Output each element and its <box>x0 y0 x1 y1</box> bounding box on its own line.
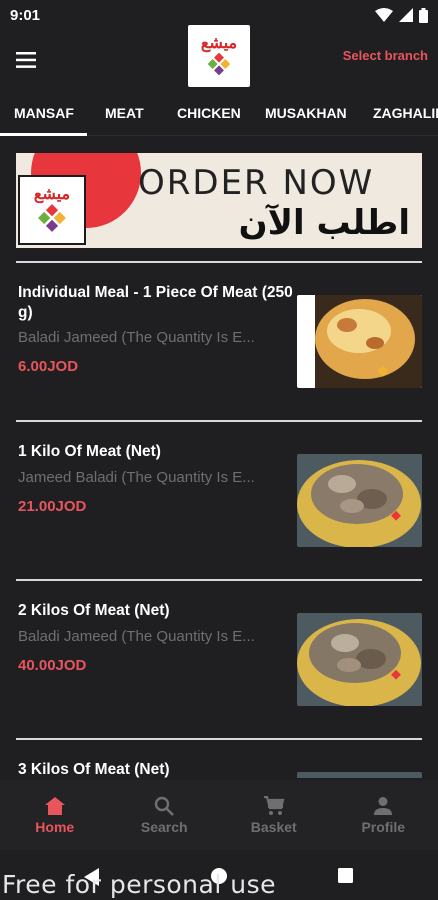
menu-item[interactable]: 1 Kilo Of Meat (Net) Jameed Baladi (The … <box>0 442 438 582</box>
item-price: 21.00JOD <box>18 498 87 515</box>
item-image <box>297 295 422 388</box>
item-description: Baladi Jameed (The Quantity Is E... <box>18 329 255 346</box>
search-icon <box>155 796 175 816</box>
banner-title-en: ORDER NOW <box>138 163 375 203</box>
tab-meat[interactable]: MEAT <box>105 105 144 121</box>
active-tab-indicator <box>0 133 87 136</box>
tab-musakhan[interactable]: MUSAKHAN <box>265 105 347 121</box>
nav-search[interactable]: Search <box>110 780 220 850</box>
item-name: 3 Kilos Of Meat (Net) <box>18 761 170 778</box>
app-screen: 9:01 ميشع Select branch MANSAF MEAT CHIC… <box>0 0 438 900</box>
item-description: Baladi Jameed (The Quantity Is E... <box>18 628 255 645</box>
item-name: 2 Kilos Of Meat (Net) <box>18 602 170 619</box>
item-description: Jameed Baladi (The Quantity Is E... <box>18 469 255 486</box>
select-branch-button[interactable]: Select branch <box>343 48 428 63</box>
nav-basket-label: Basket <box>250 818 297 835</box>
brand-logo: ميشع <box>188 25 250 87</box>
category-tabs: MANSAF MEAT CHICKEN MUSAKHAN ZAGHALIL <box>0 90 438 136</box>
menu-item[interactable]: Individual Meal - 1 Piece Of Meat (250 g… <box>0 283 438 423</box>
banner-logo-mark <box>38 204 66 232</box>
menu-content[interactable]: ميشع ORDER NOW اطلب الآن Individual Meal… <box>0 150 438 778</box>
item-image <box>297 772 422 778</box>
signal-icon <box>399 8 413 22</box>
item-image <box>297 613 422 706</box>
brand-logo-text: ميشع <box>200 33 238 52</box>
wifi-icon <box>375 8 393 22</box>
banner-logo: ميشع <box>18 175 86 245</box>
menu-item[interactable]: 3 Kilos Of Meat (Net) <box>0 760 438 778</box>
item-price: 6.00JOD <box>18 358 79 375</box>
person-icon <box>374 796 393 815</box>
item-name: 1 Kilo Of Meat (Net) <box>18 443 161 460</box>
nav-profile[interactable]: Profile <box>329 780 438 850</box>
cart-icon <box>263 795 285 815</box>
divider <box>16 420 422 422</box>
item-image <box>297 454 422 547</box>
status-time: 9:01 <box>10 6 41 24</box>
divider <box>16 261 422 263</box>
watermark-text: Free for personal use <box>2 870 276 899</box>
home-icon <box>44 796 65 815</box>
divider <box>16 738 422 740</box>
hamburger-icon <box>16 52 36 68</box>
nav-profile-label: Profile <box>361 818 406 835</box>
recents-icon[interactable] <box>338 868 353 883</box>
nav-basket[interactable]: Basket <box>219 780 329 850</box>
menu-button[interactable] <box>0 34 52 86</box>
tab-zaghalil[interactable]: ZAGHALIL <box>373 105 438 121</box>
nav-home[interactable]: Home <box>0 780 110 850</box>
tab-chicken[interactable]: CHICKEN <box>177 105 241 121</box>
nav-search-label: Search <box>140 818 188 835</box>
bottom-navigation: Home Search Basket Profile <box>0 780 438 850</box>
battery-icon <box>419 7 428 23</box>
app-bar: ميشع Select branch <box>0 25 438 90</box>
divider <box>16 579 422 581</box>
order-now-banner[interactable]: ميشع ORDER NOW اطلب الآن <box>16 153 422 248</box>
banner-title-ar: اطلب الآن <box>238 203 410 243</box>
banner-logo-text: ميشع <box>33 184 71 203</box>
menu-item[interactable]: 2 Kilos Of Meat (Net) Baladi Jameed (The… <box>0 601 438 741</box>
nav-home-label: Home <box>35 818 75 835</box>
tab-mansaf[interactable]: MANSAF <box>14 105 74 121</box>
item-price: 40.00JOD <box>18 657 87 674</box>
item-name: Individual Meal - 1 Piece Of Meat (250 g… <box>18 284 293 321</box>
status-icons <box>375 7 428 23</box>
brand-logo-mark <box>207 52 231 76</box>
